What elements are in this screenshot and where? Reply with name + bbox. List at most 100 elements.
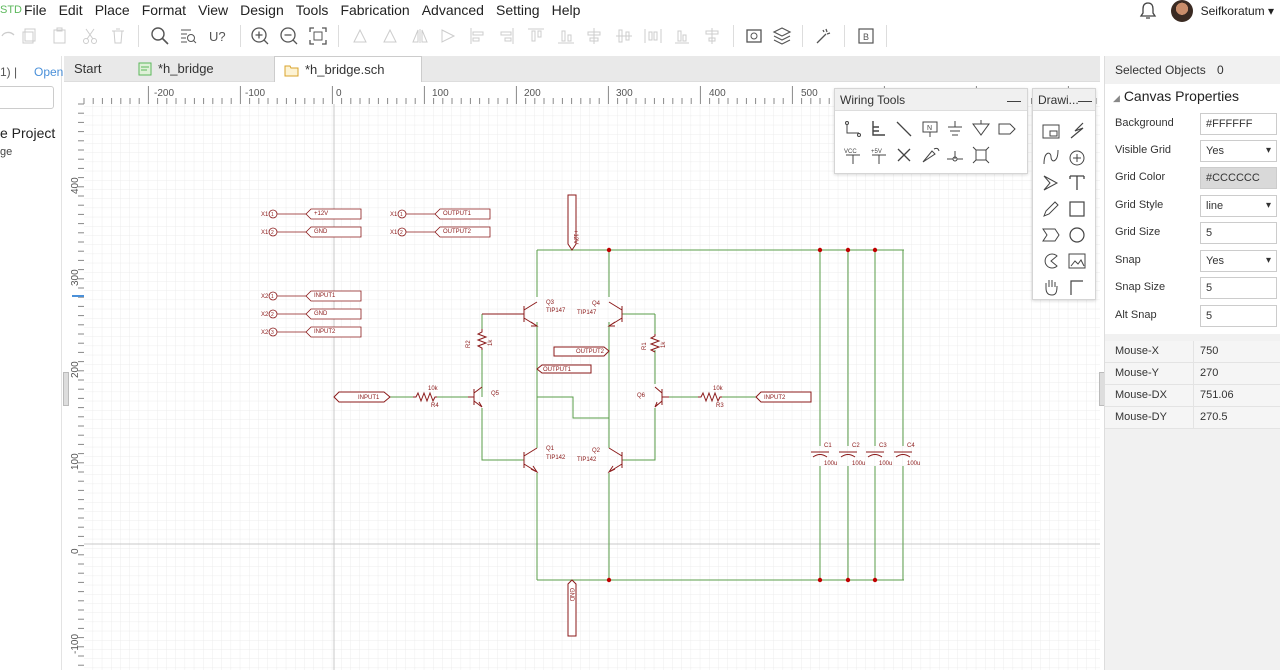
align-top-icon[interactable]: [526, 26, 546, 46]
minimize-button[interactable]: —: [1078, 89, 1092, 111]
bus-icon[interactable]: [869, 119, 889, 139]
grid-size-input[interactable]: 5: [1200, 222, 1277, 244]
bom-icon[interactable]: B: [856, 26, 876, 46]
rectangle-icon[interactable]: [1067, 199, 1087, 219]
magic-wand-icon[interactable]: [814, 26, 834, 46]
distribute-h-icon[interactable]: [643, 26, 663, 46]
snap-size-input[interactable]: 5: [1200, 277, 1277, 299]
net-label-output1[interactable]: OUTPUT1: [443, 211, 472, 217]
update-part-icon[interactable]: U?: [207, 26, 227, 46]
copy-icon[interactable]: [20, 26, 40, 46]
arc-icon[interactable]: [1067, 147, 1087, 167]
align-left-icon[interactable]: [468, 26, 488, 46]
polygon-icon[interactable]: [1041, 225, 1061, 245]
cut-icon[interactable]: [80, 26, 100, 46]
layers-icon[interactable]: [772, 26, 792, 46]
align-center-v-icon[interactable]: [614, 26, 634, 46]
image-frame-icon[interactable]: [1067, 251, 1087, 271]
tab-start[interactable]: Start: [64, 56, 128, 82]
net-label-input2[interactable]: INPUT2: [314, 329, 336, 335]
zoom-in-icon[interactable]: [250, 26, 270, 46]
net-group-icon[interactable]: [971, 145, 991, 165]
menu-design[interactable]: Design: [240, 2, 284, 18]
net-label-gnd[interactable]: GND: [314, 229, 328, 235]
wiring-tools-header[interactable]: Wiring Tools —: [835, 89, 1027, 111]
align-right-icon[interactable]: [496, 26, 516, 46]
project-sub-item[interactable]: ge: [0, 146, 12, 158]
net-port-icon[interactable]: [971, 119, 991, 139]
open-link[interactable]: Open: [34, 65, 63, 79]
user-menu[interactable]: Seifkoratum ▾: [1201, 4, 1274, 18]
menu-advanced[interactable]: Advanced: [422, 2, 484, 18]
menu-fabrication[interactable]: Fabrication: [340, 2, 409, 18]
minimize-button[interactable]: —: [1007, 89, 1021, 111]
visible-grid-select[interactable]: Yes: [1200, 140, 1277, 162]
grid-color-input[interactable]: #CCCCCC: [1200, 167, 1277, 189]
rotate-right-icon[interactable]: [380, 26, 400, 46]
text-icon[interactable]: [1067, 173, 1087, 193]
align-bottom-icon[interactable]: [556, 26, 576, 46]
distribute-v-icon[interactable]: [672, 26, 692, 46]
lightning-icon[interactable]: [1067, 121, 1087, 141]
pie-icon[interactable]: [1041, 251, 1061, 271]
menu-format[interactable]: Format: [142, 2, 186, 18]
delete-icon[interactable]: [108, 26, 128, 46]
image-icon[interactable]: [1041, 121, 1061, 141]
schematic-canvas[interactable]: -200 -100 0 100 200 300 400 500 400 300 …: [64, 84, 1100, 670]
flip-vertical-icon[interactable]: [438, 26, 458, 46]
find-replace-icon[interactable]: [178, 26, 198, 46]
tab-pcb[interactable]: *h_bridge: [130, 56, 274, 82]
netflag-icon[interactable]: [997, 119, 1017, 139]
bell-icon[interactable]: [1139, 1, 1157, 21]
pin-connector-icon[interactable]: [945, 145, 965, 165]
menu-place[interactable]: Place: [95, 2, 130, 18]
wire-icon[interactable]: [843, 119, 863, 139]
drawing-tools-header[interactable]: Drawi... —: [1033, 89, 1095, 111]
net-label-input1[interactable]: INPUT1: [314, 293, 336, 299]
zoom-out-icon[interactable]: [279, 26, 299, 46]
collapse-left-handle[interactable]: [63, 372, 69, 406]
align-center-h-icon[interactable]: [584, 26, 604, 46]
line-icon[interactable]: [1067, 277, 1087, 297]
undo-icon[interactable]: [0, 26, 20, 46]
bezier-icon[interactable]: [1041, 147, 1061, 167]
ground-icon[interactable]: [945, 119, 965, 139]
net-label-gnd[interactable]: GND: [314, 311, 328, 317]
pin-icon[interactable]: [920, 145, 940, 165]
menu-file[interactable]: File: [24, 2, 47, 18]
canvas-properties-title[interactable]: ◢ Canvas Properties: [1113, 88, 1239, 104]
grid-style-select[interactable]: line: [1200, 195, 1277, 217]
avatar[interactable]: [1170, 0, 1193, 22]
rotate-left-icon[interactable]: [350, 26, 370, 46]
flip-horizontal-icon[interactable]: [410, 26, 430, 46]
no-connect-icon[interactable]: [894, 145, 914, 165]
vcc-icon[interactable]: VCC: [843, 145, 863, 165]
menu-view[interactable]: View: [198, 2, 228, 18]
tab-schematic[interactable]: *h_bridge.sch: [274, 56, 422, 82]
ellipse-icon[interactable]: [1067, 225, 1087, 245]
align-grid-icon[interactable]: [702, 26, 722, 46]
bus-entry-icon[interactable]: [894, 119, 914, 139]
net-label-output2[interactable]: OUTPUT2: [443, 229, 472, 235]
snap-select[interactable]: Yes: [1200, 250, 1277, 272]
pan-icon[interactable]: [1041, 277, 1061, 297]
search-input[interactable]: [0, 86, 54, 109]
net-label-output1-mid[interactable]: OUTPUT1: [543, 367, 572, 373]
net-label-output2-mid[interactable]: OUTPUT2: [576, 349, 605, 355]
plus5v-icon[interactable]: +5V: [869, 145, 889, 165]
power-label-gnd[interactable]: GND: [568, 588, 574, 602]
fit-view-icon[interactable]: [308, 26, 328, 46]
alt-snap-input[interactable]: 5: [1200, 305, 1277, 327]
project-title[interactable]: e Project: [0, 125, 55, 141]
net-label-input1-main[interactable]: INPUT1: [358, 395, 380, 401]
net-label-12v[interactable]: +12V: [314, 211, 328, 217]
power-label-12v[interactable]: +12V: [572, 230, 578, 244]
net-label-icon[interactable]: N: [920, 119, 940, 139]
menu-setting[interactable]: Setting: [496, 2, 540, 18]
menu-help[interactable]: Help: [552, 2, 581, 18]
net-label-input2-main[interactable]: INPUT2: [764, 395, 786, 401]
background-input[interactable]: #FFFFFF: [1200, 113, 1277, 135]
menu-tools[interactable]: Tools: [296, 2, 329, 18]
freehand-icon[interactable]: [1041, 199, 1061, 219]
search-icon[interactable]: [150, 26, 170, 46]
